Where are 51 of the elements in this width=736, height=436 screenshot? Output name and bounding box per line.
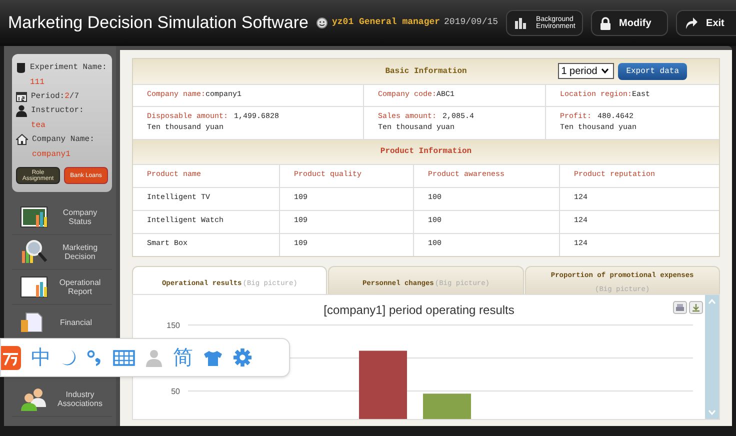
people-icon [20,387,48,411]
tick-label: 150 [166,321,180,330]
lock-icon [600,16,612,30]
smiley-icon [316,17,328,29]
field-value: company1 [32,149,72,160]
print-icon[interactable] [673,301,687,314]
date-text: 2019/09/15 [444,16,498,30]
section-title: Product Information [379,146,473,158]
forward-arrow-icon [685,17,698,29]
report-chart-icon [20,276,48,298]
keyboard-icon[interactable] [113,350,135,366]
bar [423,394,471,419]
chart-title: [company1] period operating results [324,302,514,319]
chart-picture-icon [20,206,48,228]
sidebar-item[interactable]: Company Status [12,200,112,235]
magnifier-chart-icon [20,239,48,265]
calendar-icon [16,91,27,102]
modify-button[interactable]: Modify [591,10,668,36]
period-total: /7 [69,91,80,102]
field-label: Company Name: [32,134,94,145]
download-icon[interactable] [689,301,703,314]
moon-icon[interactable] [61,348,77,366]
section-title: Basic Information [385,66,467,78]
bar-chart-icon [515,18,528,28]
export-button[interactable]: Export data [618,63,687,80]
user-name: yz01 General manager [332,16,440,30]
script-toggle[interactable]: 简 [173,348,193,368]
chevron-down-icon [601,68,610,74]
field-label: Instructor: [31,105,84,116]
field-value: 111 [30,77,46,88]
person-icon [16,105,27,117]
exit-button[interactable]: Exit [676,10,736,36]
person-icon[interactable] [145,348,163,366]
field-value: tea [31,120,46,131]
period-select[interactable]: 1 period [558,63,614,79]
sidebar-item[interactable]: Marketing Decision [12,235,112,270]
field-label: Period: [31,91,65,102]
shirt-icon[interactable] [203,350,223,366]
sidebar-item[interactable]: Operational Report [12,270,112,305]
field-label: Experiment Name: [30,62,107,73]
house-icon [16,134,28,145]
tick-label: 50 [171,387,180,396]
bar [359,350,407,419]
mug-icon [16,62,26,74]
sidebar-item[interactable]: Industry Associations [12,382,112,417]
settings-icon[interactable] [233,348,252,367]
window-title: Marketing Decision Simulation Software [8,12,308,34]
punctuation-icon[interactable] [87,348,103,366]
document-icon [20,312,44,332]
input-mode-toggle[interactable]: 中 [31,348,51,368]
field-value: 2 [64,91,70,102]
